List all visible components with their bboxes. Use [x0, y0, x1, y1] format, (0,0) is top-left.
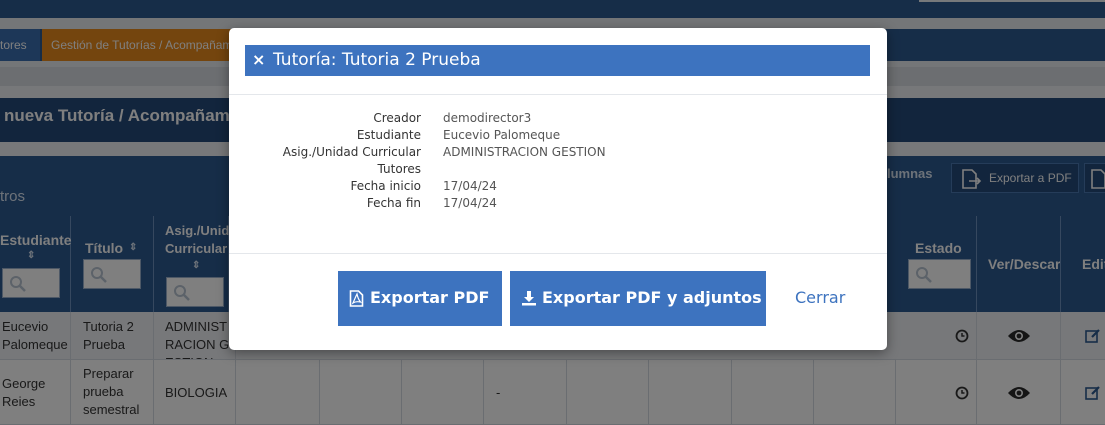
- detail-label: Asig./Unidad Curricular: [282, 145, 421, 159]
- close-button[interactable]: Cerrar: [795, 288, 845, 307]
- divider: [229, 253, 887, 254]
- detail-row-estudiante: Estudiante Eucevio Palomeque: [229, 127, 887, 144]
- file-pdf-icon: [349, 290, 364, 307]
- export-pdf-attachments-button[interactable]: Exportar PDF y adjuntos: [510, 271, 766, 326]
- tutoria-modal: × Tutoría: Tutoria 2 Prueba Creador demo…: [229, 28, 887, 350]
- modal-title: Tutoría: Tutoria 2 Prueba: [273, 50, 481, 70]
- detail-label: Fecha inicio: [350, 179, 421, 193]
- divider: [229, 94, 887, 95]
- detail-row-fecha-fin: Fecha fin 17/04/24: [229, 195, 887, 212]
- export-pdf-modal-button[interactable]: Exportar PDF: [338, 271, 502, 326]
- detail-value: 17/04/24: [443, 196, 497, 210]
- detail-value: 17/04/24: [443, 179, 497, 193]
- detail-label: Tutores: [377, 162, 421, 176]
- detail-value: demodirector3: [443, 111, 532, 125]
- tutoria-details: Creador demodirector3 Estudiante Eucevio…: [229, 110, 887, 212]
- detail-row-creador: Creador demodirector3: [229, 110, 887, 127]
- detail-label: Estudiante: [356, 128, 421, 142]
- detail-value: Eucevio Palomeque: [443, 128, 561, 142]
- close-icon[interactable]: ×: [252, 51, 266, 69]
- download-icon: [522, 291, 536, 306]
- detail-label: Creador: [373, 111, 421, 125]
- detail-row-fecha-inicio: Fecha inicio 17/04/24: [229, 178, 887, 195]
- export-pdf-label: Exportar PDF: [370, 288, 490, 307]
- detail-row-tutores: Tutores: [229, 161, 887, 178]
- detail-value: ADMINISTRACION GESTION: [443, 145, 606, 159]
- detail-label: Fecha fin: [366, 196, 421, 210]
- modal-header: × Tutoría: Tutoria 2 Prueba: [245, 45, 870, 76]
- detail-row-asignatura: Asig./Unidad Curricular ADMINISTRACION G…: [229, 144, 887, 161]
- export-pdf-attachments-label: Exportar PDF y adjuntos: [542, 288, 762, 307]
